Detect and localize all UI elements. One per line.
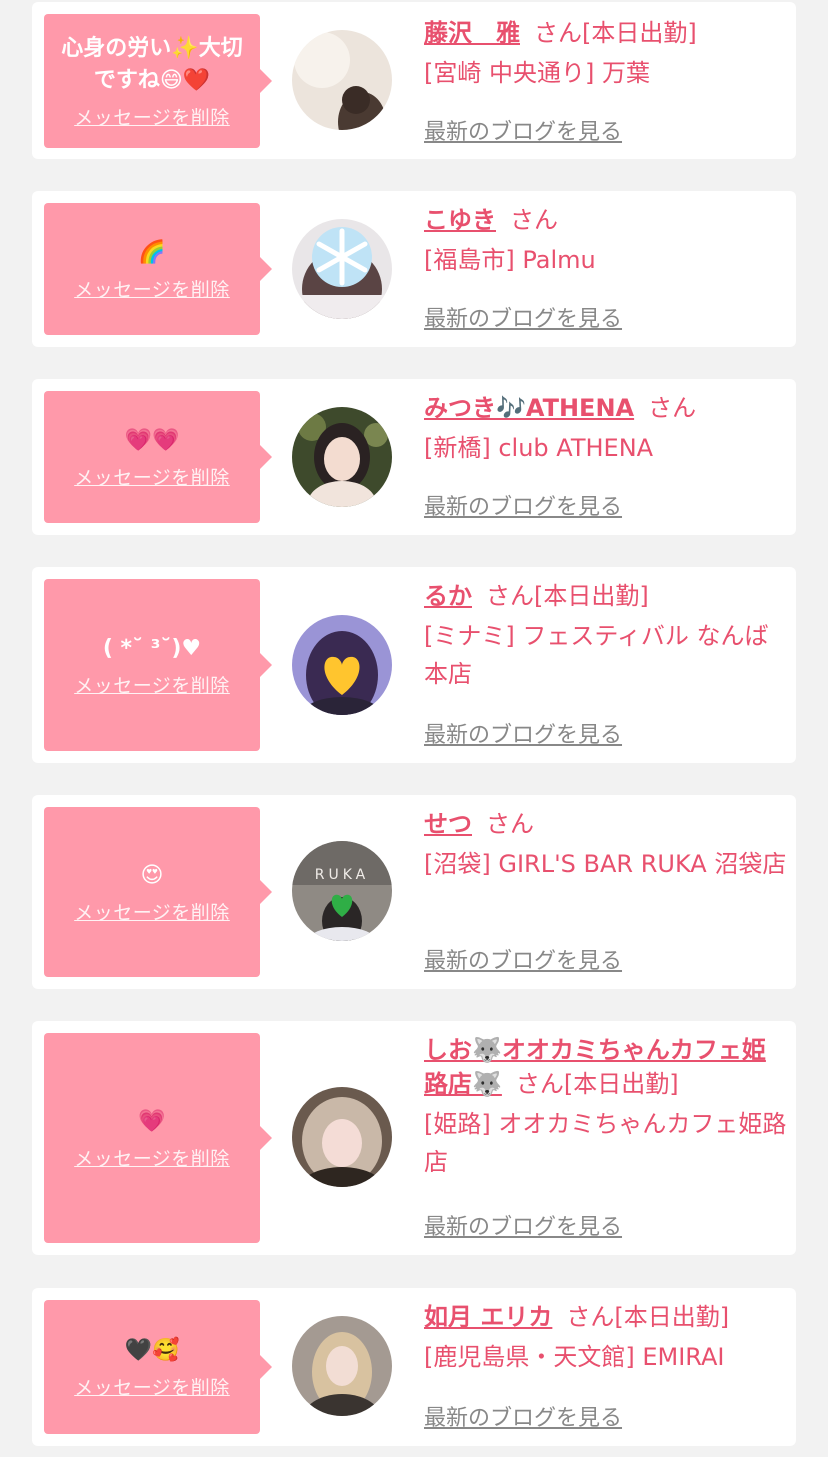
cast-info: みつき🎶ATHENA さん [新橋] club ATHENA 最新のブログを見る [424, 391, 788, 520]
cast-info: せつ さん [沼袋] GIRL'S BAR RUKA 沼袋店 最新のブログを見る [424, 807, 788, 974]
cast-name-link[interactable]: こゆき [424, 206, 496, 234]
cast-name-link[interactable]: るか [424, 582, 472, 610]
delete-message-link[interactable]: メッセージを削除 [74, 671, 230, 698]
avatar[interactable]: RUKA [292, 841, 392, 941]
delete-message-link[interactable]: メッセージを削除 [74, 463, 230, 490]
latest-blog-link[interactable]: 最新のブログを見る [424, 943, 622, 975]
shop-name: [新橋] club ATHENA [424, 434, 654, 462]
attendance-status: [本日出勤] [563, 1070, 679, 1098]
avatar[interactable] [292, 219, 392, 319]
message-card: 🌈 メッセージを削除 こゆき さん [福島市] Palmu 最新のブログを見る [32, 191, 796, 347]
message-text: 心身の労い✨大切ですね😄❤️ [61, 35, 243, 93]
message-bubble: 🖤🥰 メッセージを削除 [44, 1300, 272, 1434]
message-card: ( *˘ ³˘)♥ メッセージを削除 るか さん[本日出勤] [ミナミ] フェステ… [32, 567, 796, 763]
cast-info: 藤沢 雅さん[本日出勤] [宮崎 中央通り] 万葉 最新のブログを見る [424, 16, 788, 145]
attendance-status: [本日出勤] [534, 582, 649, 610]
message-bubble: 💗💗 メッセージを削除 [44, 391, 272, 523]
latest-blog-link[interactable]: 最新のブログを見る [424, 1400, 622, 1432]
message-bubble: 🌈 メッセージを削除 [44, 203, 272, 335]
honorific: さん [515, 1070, 564, 1098]
honorific: さん [648, 394, 697, 422]
shop-name: [姫路] オオカミちゃんカフェ姫路店 [424, 1110, 787, 1176]
honorific: さん [566, 1303, 615, 1331]
attendance-status: [本日出勤] [614, 1303, 730, 1331]
delete-message-link[interactable]: メッセージを削除 [74, 1373, 230, 1400]
avatar[interactable] [292, 1316, 392, 1416]
latest-blog-link[interactable]: 最新のブログを見る [424, 1209, 622, 1241]
delete-message-link[interactable]: メッセージを削除 [74, 898, 230, 925]
latest-blog-link[interactable]: 最新のブログを見る [424, 114, 622, 146]
cast-name-link[interactable]: みつき🎶ATHENA [424, 394, 634, 422]
cast-name-link[interactable]: 藤沢 雅 [424, 19, 520, 47]
cast-name-link[interactable]: せつ [424, 810, 472, 838]
message-bubble: 心身の労い✨大切ですね😄❤️ メッセージを削除 [44, 14, 272, 148]
shop-name: [福島市] Palmu [424, 246, 596, 274]
delete-message-link[interactable]: メッセージを削除 [74, 103, 230, 130]
delete-message-link[interactable]: メッセージを削除 [74, 275, 230, 302]
message-card: 🖤🥰 メッセージを削除 如月 エリカ さん[本日出勤] [鹿児島県・天文館] EM… [32, 1288, 796, 1446]
cast-info: 如月 エリカ さん[本日出勤] [鹿児島県・天文館] EMIRAI 最新のブログを… [424, 1300, 788, 1431]
message-text: 💗 [138, 1108, 166, 1134]
message-text: 🌈 [138, 239, 166, 265]
cast-info: しお🐺オオカミちゃんカフェ姫路店🐺 さん[本日出勤] [姫路] オオカミちゃんカフ… [424, 1033, 788, 1240]
latest-blog-link[interactable]: 最新のブログを見る [424, 489, 622, 521]
message-card: 😍 メッセージを削除 RUKA せつ さん [沼袋] GIRL'S BAR RUK… [32, 795, 796, 989]
cast-info: こゆき さん [福島市] Palmu 最新のブログを見る [424, 203, 788, 332]
message-card: 心身の労い✨大切ですね😄❤️ メッセージを削除 藤沢 雅さん[本日出勤] [宮崎… [32, 2, 796, 159]
message-card: 💗 メッセージを削除 しお🐺オオカミちゃんカフェ姫路店🐺 さん[本日出勤] [姫路… [32, 1021, 796, 1255]
delete-message-link[interactable]: メッセージを削除 [74, 1144, 230, 1171]
message-text: ( *˘ ³˘)♥ [102, 635, 202, 661]
message-bubble: 💗 メッセージを削除 [44, 1033, 272, 1243]
avatar[interactable] [292, 407, 392, 507]
attendance-status: [本日出勤] [582, 19, 697, 47]
avatar[interactable] [292, 1087, 392, 1187]
shop-name: [鹿児島県・天文館] EMIRAI [424, 1343, 725, 1371]
honorific: さん [486, 810, 534, 838]
shop-name: [宮崎 中央通り] 万葉 [424, 59, 650, 87]
shop-name: [ミナミ] フェスティバル なんば本店 [424, 622, 769, 688]
message-text: 💗💗 [124, 427, 180, 453]
message-bubble: 😍 メッセージを削除 [44, 807, 272, 977]
shop-name: [沼袋] GIRL'S BAR RUKA 沼袋店 [424, 850, 787, 878]
avatar[interactable] [292, 615, 392, 715]
cast-info: るか さん[本日出勤] [ミナミ] フェスティバル なんば本店 最新のブログを見る [424, 579, 788, 748]
message-card: 💗💗 メッセージを削除 みつき🎶ATHENA さん [新橋] club ATHEN… [32, 379, 796, 535]
latest-blog-link[interactable]: 最新のブログを見る [424, 301, 622, 333]
honorific: さん [486, 582, 534, 610]
honorific: さん [510, 206, 558, 234]
avatar-sign-text: RUKA [315, 867, 370, 883]
message-text: 🖤🥰 [124, 1337, 180, 1363]
message-bubble: ( *˘ ³˘)♥ メッセージを削除 [44, 579, 272, 751]
avatar[interactable] [292, 30, 392, 130]
honorific: さん [534, 19, 582, 47]
cast-name-link[interactable]: 如月 エリカ [424, 1303, 552, 1331]
latest-blog-link[interactable]: 最新のブログを見る [424, 717, 622, 749]
message-text: 😍 [140, 862, 164, 888]
